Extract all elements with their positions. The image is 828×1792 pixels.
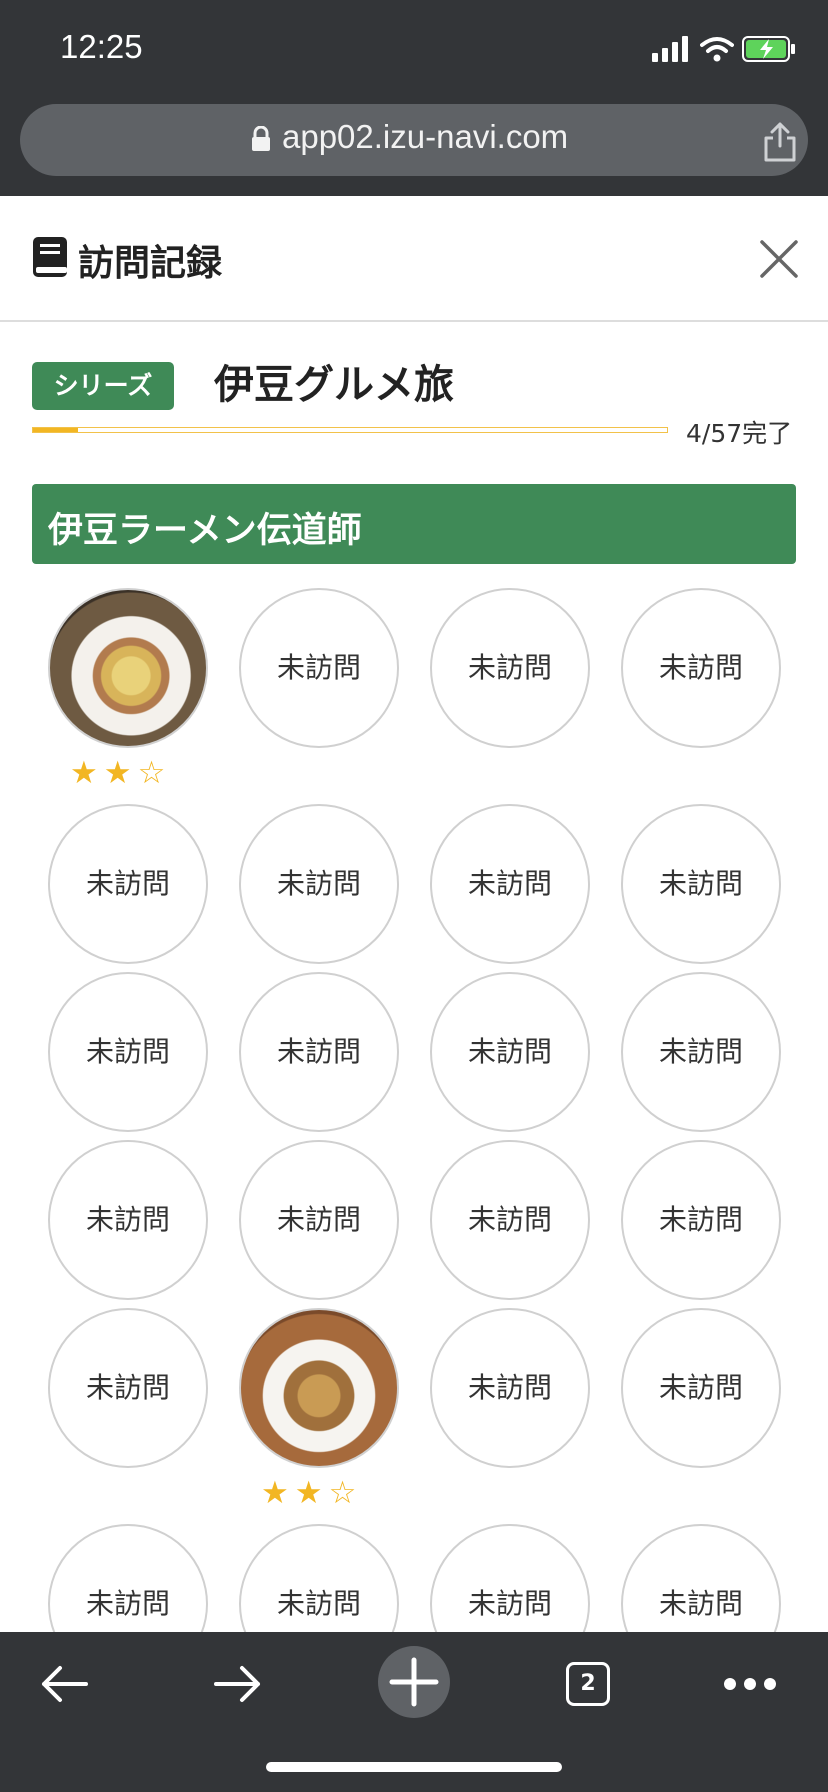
spot-unvisited[interactable]: 未訪問 xyxy=(48,1308,208,1468)
unvisited-label: 未訪問 xyxy=(658,1035,743,1068)
star-filled-icon: ★ xyxy=(70,755,98,791)
spot-unvisited[interactable]: 未訪問 xyxy=(48,804,208,964)
spot-unvisited[interactable]: 未訪問 xyxy=(621,972,781,1132)
spot-unvisited[interactable]: 未訪問 xyxy=(430,972,590,1132)
unvisited-label: 未訪問 xyxy=(658,867,743,900)
tab-count-button[interactable]: 2 xyxy=(566,1662,610,1706)
unvisited-label: 未訪問 xyxy=(276,1203,361,1236)
spot-unvisited[interactable]: 未訪問 xyxy=(430,588,590,748)
spot-unvisited[interactable]: 未訪問 xyxy=(48,972,208,1132)
spot-unvisited[interactable]: 未訪問 xyxy=(239,972,399,1132)
spot-unvisited[interactable]: 未訪問 xyxy=(621,1308,781,1468)
back-arrow-icon[interactable] xyxy=(38,1662,90,1706)
unvisited-label: 未訪問 xyxy=(658,1371,743,1404)
star-empty-icon: ☆ xyxy=(328,1475,357,1511)
unvisited-label: 未訪問 xyxy=(85,1203,170,1236)
spot-unvisited[interactable]: 未訪問 xyxy=(621,804,781,964)
browser-toolbar: 2 xyxy=(0,1632,828,1792)
unvisited-label: 未訪問 xyxy=(467,1371,552,1404)
spot-unvisited[interactable]: 未訪問 xyxy=(430,1308,590,1468)
unvisited-label: 未訪問 xyxy=(276,1035,361,1068)
star-filled-icon: ★ xyxy=(261,1475,289,1511)
unvisited-label: 未訪問 xyxy=(85,1587,170,1620)
more-icon[interactable] xyxy=(722,1676,778,1692)
forward-arrow-icon[interactable] xyxy=(212,1662,264,1706)
unvisited-label: 未訪問 xyxy=(467,1035,552,1068)
home-indicator xyxy=(266,1762,562,1772)
unvisited-label: 未訪問 xyxy=(85,1035,170,1068)
unvisited-label: 未訪問 xyxy=(658,1203,743,1236)
star-empty-icon: ☆ xyxy=(137,755,166,791)
star-filled-icon: ★ xyxy=(294,1475,323,1511)
spot-grid: ★ ★ ☆ 未訪問 未訪問 未訪問 未訪問 未訪問 未訪問 未訪問 未訪問 未訪問 未訪問 未訪問 未訪問未… xyxy=(0,0,828,1684)
spot-unvisited[interactable]: 未訪問 xyxy=(239,588,399,748)
spot-unvisited[interactable]: 未訪問 xyxy=(430,1140,590,1300)
plus-icon xyxy=(389,1657,439,1707)
spot-unvisited[interactable]: 未訪問 xyxy=(621,588,781,748)
spot-visited-photo[interactable] xyxy=(48,588,208,748)
unvisited-label: 未訪問 xyxy=(85,1371,170,1404)
unvisited-label: 未訪問 xyxy=(467,1587,552,1620)
new-tab-button[interactable] xyxy=(378,1646,450,1718)
spot-unvisited[interactable]: 未訪問 xyxy=(48,1140,208,1300)
unvisited-label: 未訪問 xyxy=(658,651,743,684)
spot-unvisited[interactable]: 未訪問 xyxy=(239,1140,399,1300)
unvisited-label: 未訪問 xyxy=(276,651,361,684)
spot-unvisited[interactable]: 未訪問 xyxy=(239,804,399,964)
unvisited-label: 未訪問 xyxy=(276,1587,361,1620)
rating-stars: ★ ★ ☆ xyxy=(70,756,171,790)
unvisited-label: 未訪問 xyxy=(658,1587,743,1620)
rating-stars: ★ ★ ☆ xyxy=(261,1476,362,1510)
star-filled-icon: ★ xyxy=(103,755,132,791)
spot-visited-photo[interactable] xyxy=(239,1308,399,1468)
spot-unvisited[interactable]: 未訪問 xyxy=(621,1140,781,1300)
unvisited-label: 未訪問 xyxy=(467,1203,552,1236)
spot-unvisited[interactable]: 未訪問 xyxy=(430,804,590,964)
unvisited-label: 未訪問 xyxy=(467,651,552,684)
unvisited-label: 未訪問 xyxy=(276,867,361,900)
unvisited-label: 未訪問 xyxy=(467,867,552,900)
unvisited-label: 未訪問 xyxy=(85,867,170,900)
